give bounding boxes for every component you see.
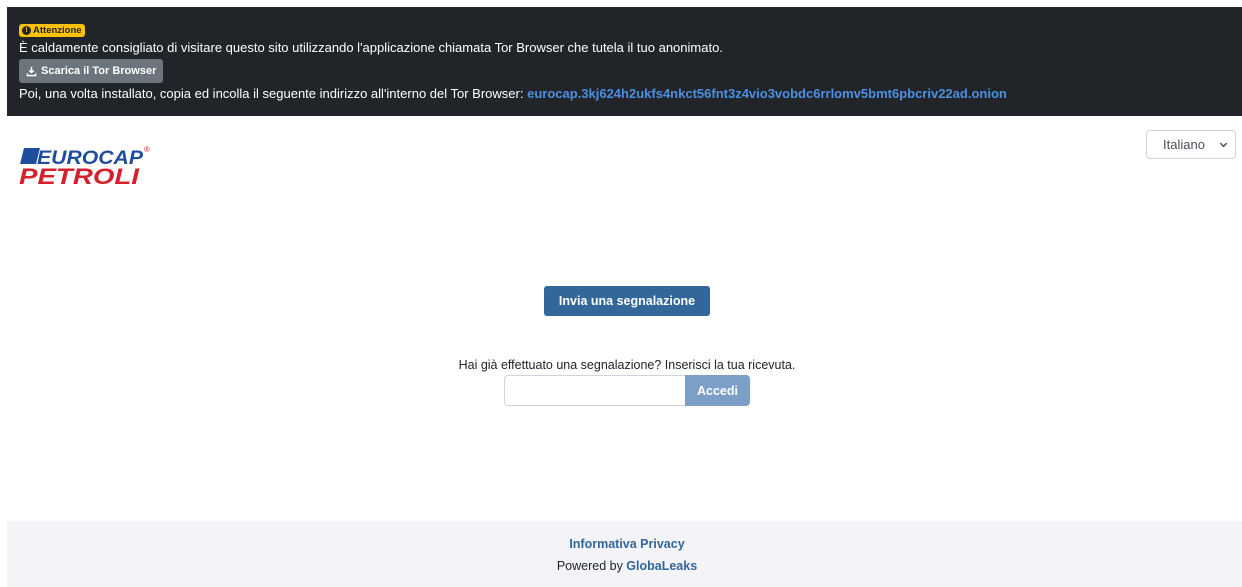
language-select-value: Italiano [1163,137,1205,152]
attention-badge: ! Attenzione [19,24,85,37]
login-button[interactable]: Accedi [685,375,750,406]
download-tor-button[interactable]: Scarica il Tor Browser [19,59,164,83]
download-icon [26,66,37,76]
powered-by-label: Powered by [556,559,627,573]
language-select[interactable]: Italiano [1146,130,1236,159]
footer: Informativa Privacy Powered by GlobaLeak… [7,521,1242,587]
logo-line2: PETROLI [19,164,140,189]
exclamation-circle-icon: ! [22,26,31,35]
chevron-down-icon [1219,142,1228,148]
download-tor-button-label: Scarica il Tor Browser [41,65,157,77]
tor-warning-banner: ! Attenzione È caldamente consigliato di… [7,7,1242,116]
receipt-prompt: Hai già effettuato una segnalazione? Ins… [458,358,796,372]
privacy-policy-link[interactable]: Informativa Privacy [7,537,1242,551]
tor-recommendation-text: È caldamente consigliato di visitare que… [19,40,723,55]
receipt-input[interactable] [504,375,686,406]
onion-address-link[interactable]: eurocap.3kj624h2ukfs4nkct56fnt3z4vio3vob… [527,86,1007,101]
attention-badge-label: Attenzione [33,25,82,36]
logo-registered-mark: ® [144,145,150,154]
globaleaks-link[interactable]: GlobaLeaks [626,559,697,573]
whistleblowing-page: ! Attenzione È caldamente consigliato di… [0,0,1242,587]
tor-instruction-label: Poi, una volta installato, copia ed inco… [19,86,528,101]
submit-report-button[interactable]: Invia una segnalazione [544,286,710,316]
eurocap-petroli-logo: EUROCAP ® PETROLI [19,145,150,189]
tor-instruction-text: Poi, una volta installato, copia ed inco… [19,86,1007,101]
powered-by-text: Powered by GlobaLeaks [7,559,1242,573]
